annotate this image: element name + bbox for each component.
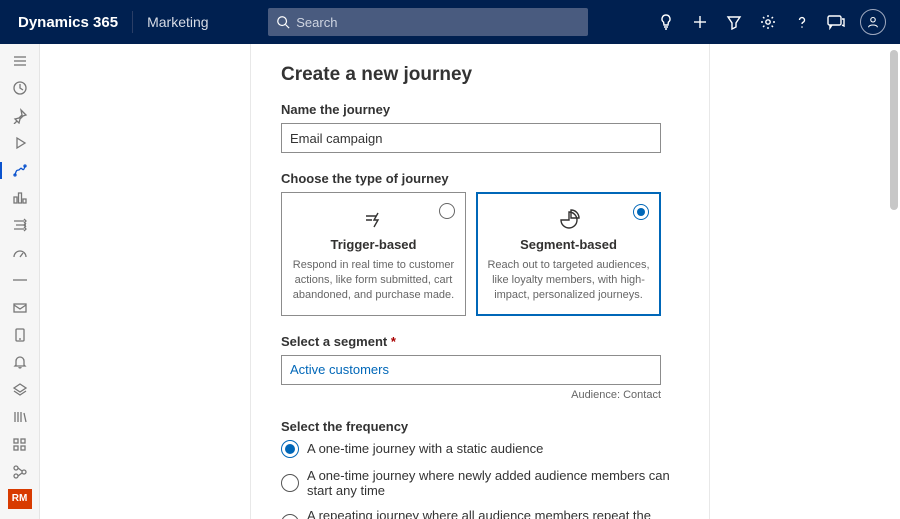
lightbulb-icon[interactable] [656, 12, 676, 32]
name-label: Name the journey [281, 102, 679, 117]
pin-icon[interactable] [0, 103, 40, 128]
bolt-icon [292, 207, 455, 233]
filter-icon[interactable] [724, 12, 744, 32]
segment-input[interactable] [281, 355, 661, 385]
library-icon[interactable] [0, 404, 40, 429]
help-icon[interactable] [792, 12, 812, 32]
chat-icon[interactable] [826, 12, 846, 32]
frequency-option-label: A one-time journey with a static audienc… [307, 441, 543, 456]
segment-section: Select a segment Audience: Contact [281, 334, 679, 401]
radio-indicator [633, 204, 649, 220]
radio-indicator [281, 440, 299, 458]
radio-indicator [439, 203, 455, 219]
scrollbar[interactable] [890, 50, 898, 210]
search-icon [276, 15, 290, 29]
hamburger-icon[interactable] [0, 48, 40, 73]
plus-icon[interactable] [690, 12, 710, 32]
panel-title: Create a new journey [281, 64, 679, 86]
pie-icon [487, 207, 650, 233]
type-label: Choose the type of journey [281, 171, 679, 186]
play-icon[interactable] [0, 130, 40, 155]
type-cards: Trigger-based Respond in real time to cu… [281, 192, 661, 316]
frequency-section: Select the frequency A one-time journey … [281, 419, 679, 519]
type-section: Choose the type of journey Trigger-based… [281, 171, 679, 316]
global-search[interactable] [268, 8, 588, 36]
radio-indicator [281, 474, 299, 492]
form-icon[interactable] [0, 377, 40, 402]
type-card-title: Segment-based [487, 237, 650, 252]
flow-icon[interactable] [0, 213, 40, 238]
divider-rail [0, 267, 40, 292]
journey-icon[interactable] [0, 158, 40, 183]
type-card-desc: Reach out to targeted audiences, like lo… [487, 258, 650, 303]
mobile-icon[interactable] [0, 322, 40, 347]
gauge-icon[interactable] [0, 240, 40, 265]
audience-hint: Audience: Contact [281, 389, 661, 401]
topbar: Dynamics 365 Marketing [0, 0, 900, 44]
connections-icon[interactable] [0, 459, 40, 484]
frequency-option-label: A one-time journey where newly added aud… [307, 468, 679, 498]
frequency-option-ongoing[interactable]: A one-time journey where newly added aud… [281, 468, 679, 498]
type-card-title: Trigger-based [292, 237, 455, 252]
brand-divider [132, 11, 133, 33]
module-label: Marketing [147, 14, 208, 30]
type-card-segment[interactable]: Segment-based Reach out to targeted audi… [476, 192, 661, 316]
type-card-trigger[interactable]: Trigger-based Respond in real time to cu… [281, 192, 466, 316]
frequency-option-repeating[interactable]: A repeating journey where all audience m… [281, 508, 679, 519]
mail-icon[interactable] [0, 295, 40, 320]
frequency-option-static[interactable]: A one-time journey with a static audienc… [281, 440, 679, 458]
type-card-desc: Respond in real time to customer actions… [292, 258, 455, 303]
bell-icon[interactable] [0, 350, 40, 375]
frequency-label: Select the frequency [281, 419, 679, 434]
analytics-icon[interactable] [0, 185, 40, 210]
grid-icon[interactable] [0, 432, 40, 457]
journey-name-input[interactable] [281, 123, 661, 153]
user-avatar-rail[interactable]: RM [8, 489, 32, 509]
frequency-option-label: A repeating journey where all audience m… [307, 508, 679, 519]
gear-icon[interactable] [758, 12, 778, 32]
recent-icon[interactable] [0, 75, 40, 100]
left-nav-rail: RM [0, 44, 40, 519]
brand-label: Dynamics 365 [18, 14, 118, 31]
search-input[interactable] [296, 15, 580, 30]
topbar-actions [656, 9, 886, 35]
search-wrap [268, 8, 588, 36]
create-journey-panel: Create a new journey Name the journey Ch… [250, 44, 710, 519]
radio-indicator [281, 514, 299, 519]
main-area: Create a new journey Name the journey Ch… [40, 44, 900, 519]
segment-label: Select a segment [281, 334, 679, 349]
user-avatar-top[interactable] [860, 9, 886, 35]
name-section: Name the journey [281, 102, 679, 153]
